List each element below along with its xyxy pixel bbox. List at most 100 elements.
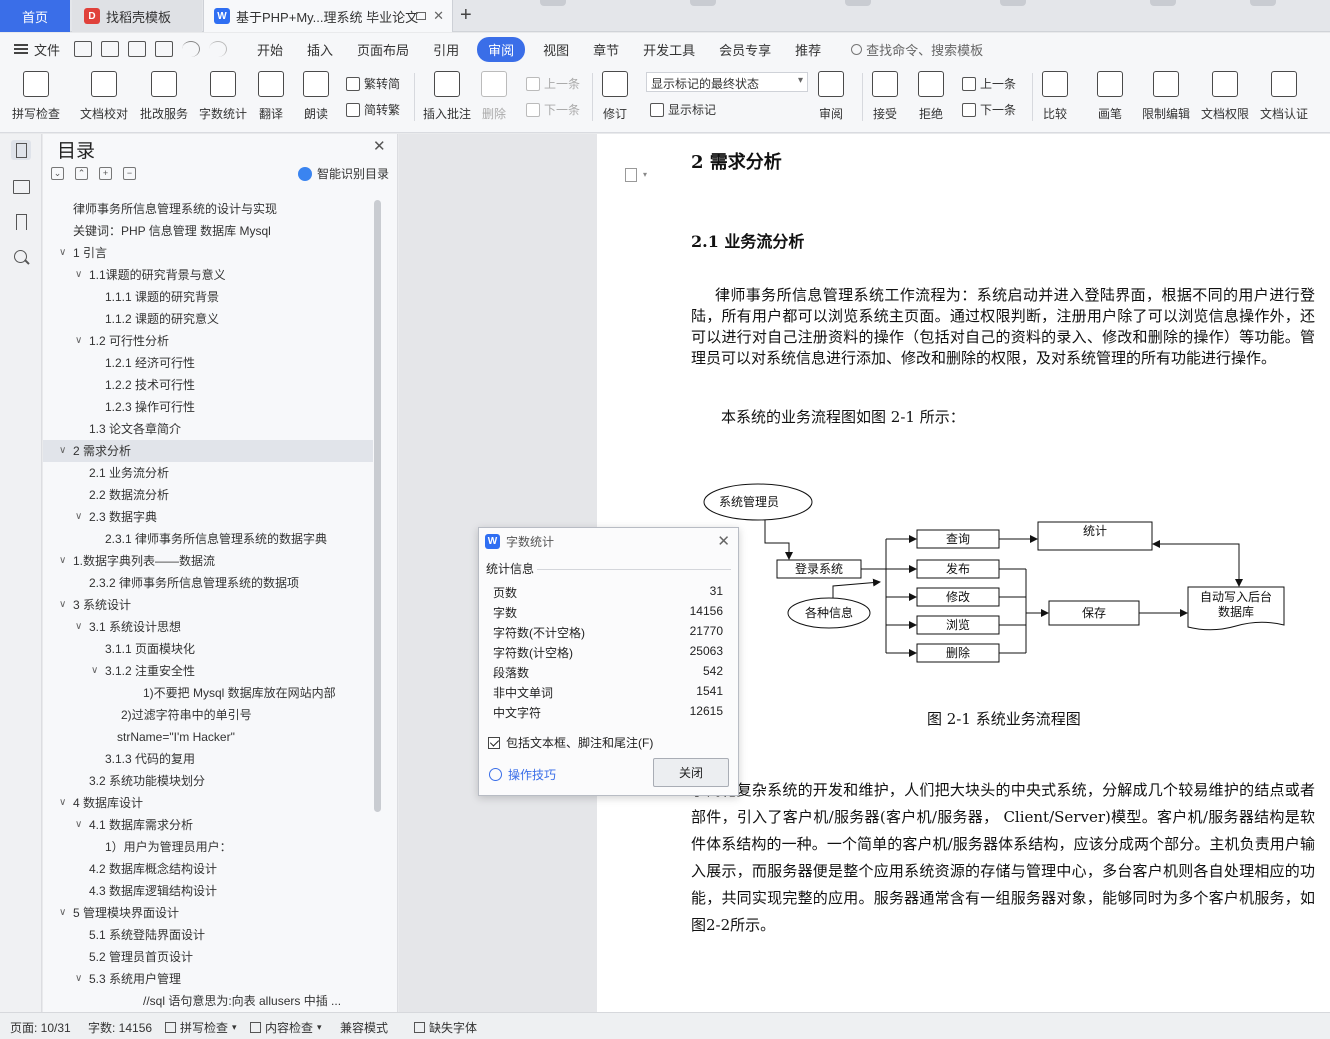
new-tab-icon[interactable]: + [460, 4, 472, 27]
delete-comment-button[interactable]: 删除 [481, 69, 507, 122]
toc-item[interactable]: 2.3.2 律师事务所信息管理系统的数据项 [43, 572, 373, 594]
toc-item[interactable]: 3.2 系统功能模块划分 [43, 770, 373, 792]
toc-item[interactable]: 1.2.1 经济可行性 [43, 352, 373, 374]
translate-button[interactable]: 翻译 [258, 69, 284, 122]
menu-insert[interactable]: 插入 [307, 40, 333, 59]
menu-layout[interactable]: 页面布局 [357, 40, 409, 59]
pen-button[interactable]: 画笔 [1097, 69, 1123, 122]
tab-daoke-templates[interactable]: D 找稻壳模板 [72, 0, 202, 32]
tab-document[interactable]: W 基于PHP+My...理系统 毕业论文 ✕ [203, 0, 453, 32]
toc-item[interactable]: 关键词：PHP 信息管理 数据库 Mysql [43, 220, 373, 242]
close-icon[interactable]: ✕ [373, 137, 386, 155]
spell-check-button[interactable]: 拼写检查 [12, 69, 60, 122]
chevron-down-icon[interactable]: ∨ [59, 792, 66, 814]
markup-display-select[interactable]: 显示标记的最终状态 [646, 72, 808, 92]
word-count-indicator[interactable]: 字数: 14156 [88, 1019, 152, 1036]
toc-item[interactable]: ∨ 1.1课题的研究背景与意义 [43, 264, 373, 286]
chevron-down-icon[interactable]: ∨ [75, 968, 82, 990]
toc-item[interactable]: 3.1.1 页面模块化 [43, 638, 373, 660]
toc-item[interactable]: ∨ 3.1.2 注重安全性 [43, 660, 373, 682]
menu-start[interactable]: 开始 [257, 40, 283, 59]
trad-to-simp-button[interactable]: 繁转简 [346, 75, 400, 92]
toc-item[interactable]: 1）用户为管理员用户： [43, 836, 373, 858]
export-icon[interactable] [101, 41, 120, 57]
toc-item[interactable]: 1.1.1 课题的研究背景 [43, 286, 373, 308]
chevron-down-icon[interactable]: ∨ [59, 242, 66, 264]
next-change-button[interactable]: 下一条 [962, 101, 1016, 118]
simp-to-trad-button[interactable]: 简转繁 [346, 101, 400, 118]
chevron-down-icon[interactable]: ∨ [59, 550, 66, 572]
close-tab-icon[interactable]: ✕ [433, 8, 444, 24]
window-icon[interactable] [416, 12, 426, 20]
print-icon[interactable] [128, 41, 147, 57]
toc-item[interactable]: 4.2 数据库概念结构设计 [43, 858, 373, 880]
save-icon[interactable] [74, 41, 93, 57]
proofread-button[interactable]: 文档校对 [80, 69, 128, 122]
toc-item[interactable]: ∨ 4 数据库设计 [43, 792, 373, 814]
expand-up-icon[interactable]: ⌃ [75, 167, 88, 180]
read-aloud-button[interactable]: 朗读 [303, 69, 329, 122]
toc-item[interactable]: 5.1 系统登陆界面设计 [43, 924, 373, 946]
toc-item[interactable]: 律师事务所信息管理系统的设计与实现 [43, 198, 373, 220]
prev-change-button[interactable]: 上一条 [962, 75, 1016, 92]
toc-scrollbar[interactable] [374, 200, 381, 812]
accept-button[interactable]: 接受 [872, 69, 898, 122]
toc-item[interactable]: //sql 语句意思为:向表 allusers 中插 ... [43, 990, 373, 1008]
show-markup-button[interactable]: 显示标记 [650, 101, 716, 118]
add-heading-icon[interactable]: + [99, 167, 112, 180]
menu-member[interactable]: 会员专享 [719, 40, 771, 59]
toc-item[interactable]: ∨ 1 引言 [43, 242, 373, 264]
toc-item[interactable]: 1.1.2 课题的研究意义 [43, 308, 373, 330]
restrict-edit-button[interactable]: 限制编辑 [1142, 69, 1190, 122]
chevron-down-icon[interactable]: ▾ [643, 170, 647, 179]
command-search[interactable]: 查找命令、搜索模板 [851, 40, 983, 59]
prev-comment-button[interactable]: 上一条 [526, 75, 580, 92]
menu-view[interactable]: 视图 [543, 40, 569, 59]
toc-item[interactable]: 3.1.3 代码的复用 [43, 748, 373, 770]
toc-item[interactable]: strName="I'm Hacker" [43, 726, 373, 748]
toc-item[interactable]: 1.2.2 技术可行性 [43, 374, 373, 396]
chevron-down-icon[interactable]: ∨ [75, 506, 82, 528]
menu-reference[interactable]: 引用 [433, 40, 459, 59]
toc-item[interactable]: 2)过滤字符串中的单引号 [43, 704, 373, 726]
doc-permission-button[interactable]: 文档权限 [1201, 69, 1249, 122]
file-menu[interactable]: 文件 [14, 40, 60, 59]
toc-item[interactable]: ∨ 4.1 数据库需求分析 [43, 814, 373, 836]
tab-home[interactable]: 首页 [0, 0, 70, 32]
chevron-down-icon[interactable]: ∨ [75, 814, 82, 836]
toc-item[interactable]: ∨ 2.3 数据字典 [43, 506, 373, 528]
page-indicator[interactable]: 页面: 10/31 [10, 1019, 71, 1036]
chevron-down-icon[interactable]: ∨ [59, 440, 66, 462]
chapter-nav-icon[interactable] [11, 176, 31, 196]
chevron-down-icon[interactable]: ∨ [59, 594, 66, 616]
insert-comment-button[interactable]: 插入批注 [423, 69, 471, 122]
menu-devtools[interactable]: 开发工具 [643, 40, 695, 59]
batch-service-button[interactable]: 批改服务 [140, 69, 188, 122]
menu-recommend[interactable]: 推荐 [795, 40, 821, 59]
chevron-down-icon[interactable]: ∨ [75, 330, 82, 352]
toc-item[interactable]: 1.2.3 操作可行性 [43, 396, 373, 418]
toc-item[interactable]: 2.2 数据流分析 [43, 484, 373, 506]
toc-item[interactable]: ∨ 3.1 系统设计思想 [43, 616, 373, 638]
toc-item[interactable]: ∨ 5.3 系统用户管理 [43, 968, 373, 990]
menu-chapter[interactable]: 章节 [593, 40, 619, 59]
revise-button[interactable]: 修订 [602, 69, 628, 122]
missing-font-status[interactable]: 缺失字体 [414, 1019, 477, 1036]
close-button[interactable]: 关闭 [653, 758, 729, 787]
toc-item[interactable]: ∨ 2 需求分析 [43, 440, 373, 462]
remove-heading-icon[interactable]: − [123, 167, 136, 180]
collapse-all-icon[interactable]: ⌄ [51, 167, 64, 180]
toc-item[interactable]: 4.3 数据库逻辑结构设计 [43, 880, 373, 902]
undo-icon[interactable] [182, 41, 201, 57]
menu-review[interactable]: 审阅 [477, 36, 526, 62]
toc-item[interactable]: 1.3 论文各章简介 [43, 418, 373, 440]
reject-button[interactable]: 拒绝 [918, 69, 944, 122]
review-pane-button[interactable]: 审阅 [818, 69, 844, 122]
toc-panel-icon[interactable] [11, 140, 31, 160]
toc-item[interactable]: ∨ 1.2 可行性分析 [43, 330, 373, 352]
toc-item[interactable]: 1)不要把 Mysql 数据库放在网站内部 [43, 682, 373, 704]
content-check-status[interactable]: 内容检查 ▾ [250, 1019, 322, 1036]
compare-button[interactable]: 比较 [1042, 69, 1068, 122]
word-count-button[interactable]: 字数统计 [199, 69, 247, 122]
search-icon[interactable] [11, 248, 31, 268]
